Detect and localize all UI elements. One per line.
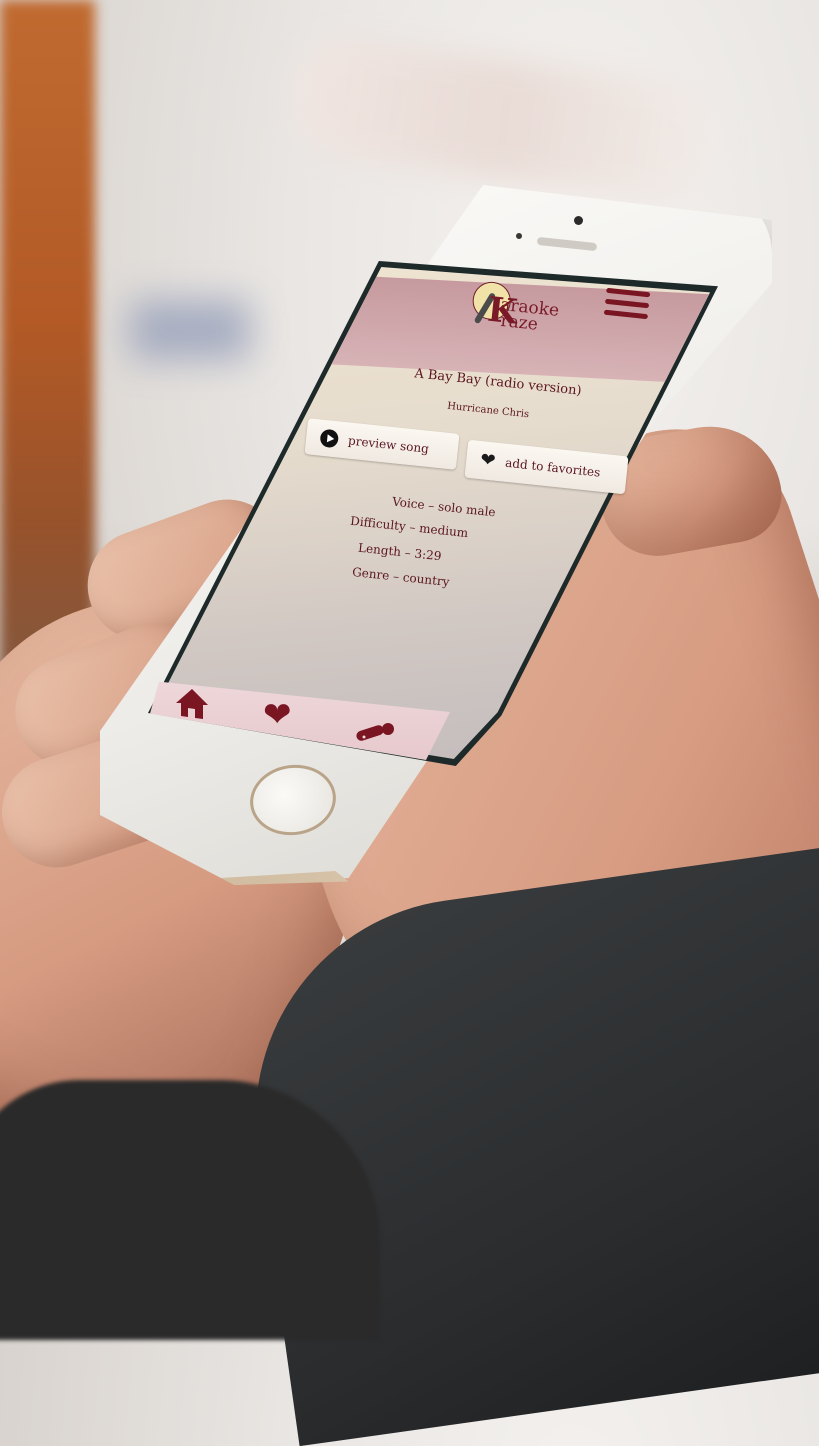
hamburger-menu-icon[interactable] [603,287,651,320]
heart-icon: ❤ [479,449,497,472]
front-camera [574,216,583,225]
blurred-airplane [283,30,727,210]
proximity-sensor [516,233,522,239]
play-icon [319,428,340,449]
microphone-icon[interactable] [354,722,396,744]
add-to-favorites-label: add to favorites [504,455,601,480]
home-icon[interactable] [172,685,212,721]
heart-icon[interactable]: ❤ [263,698,292,732]
sleeve [0,1080,380,1340]
preview-song-label: preview song [347,433,430,456]
app-screen [154,266,711,760]
